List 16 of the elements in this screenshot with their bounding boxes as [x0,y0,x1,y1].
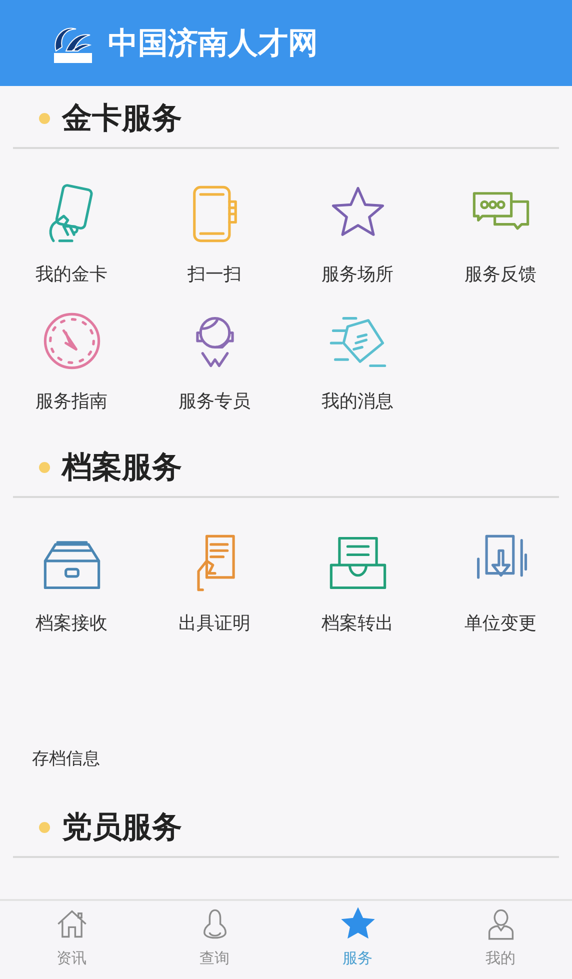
section-title: 档案服务 [62,449,182,487]
section-title: 金卡服务 [62,100,182,138]
service-item[interactable]: 我的金卡 [0,175,143,302]
archive-info-text: 存档信息 [32,749,100,769]
service-item[interactable]: 单位变更 [429,524,572,651]
service-item[interactable]: 我的消息 [286,302,429,429]
section-title: 党员服务 [62,808,182,846]
service-item[interactable]: 档案转出 [286,524,429,651]
service-item[interactable]: 出具证明 [143,524,286,651]
service-item[interactable]: 服务反馈 [429,175,572,302]
service-item[interactable]: 服务指南 [0,302,143,429]
service-item[interactable]: 服务专员 [143,302,286,429]
service-item[interactable]: 扫一扫 [143,175,286,302]
service-item[interactable]: 服务场所 [286,175,429,302]
service-item[interactable]: 档案接收 [0,524,143,651]
app-title: 中国济南人才网 [108,24,318,62]
